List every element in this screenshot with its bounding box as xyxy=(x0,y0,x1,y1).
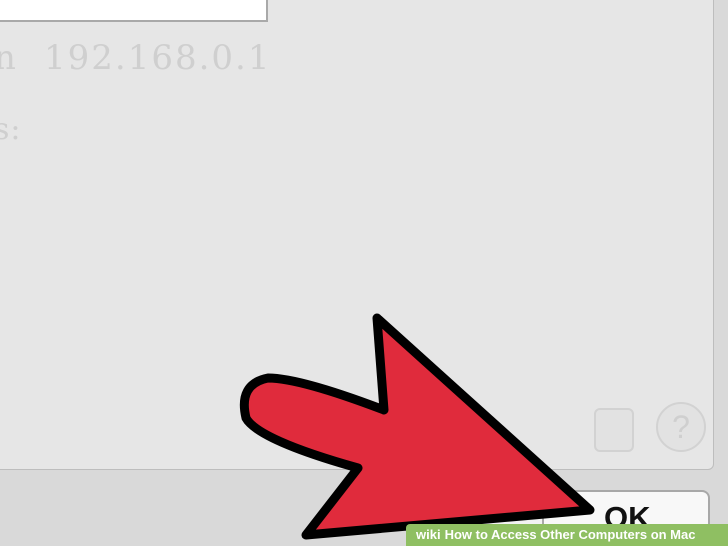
wikihow-logo: wiki xyxy=(416,527,441,542)
banner-title: How to Access Other Computers on Mac xyxy=(444,527,696,542)
name-input[interactable] xyxy=(0,0,268,22)
ip-address-value: 192.168.0.1 xyxy=(44,38,272,78)
address-label: n xyxy=(0,38,17,78)
help-button[interactable]: ? xyxy=(656,402,706,452)
action-menu-button[interactable] xyxy=(594,408,634,452)
wikihow-banner: wiki How to Access Other Computers on Mac xyxy=(406,524,728,546)
secondary-label: s: xyxy=(0,112,22,147)
